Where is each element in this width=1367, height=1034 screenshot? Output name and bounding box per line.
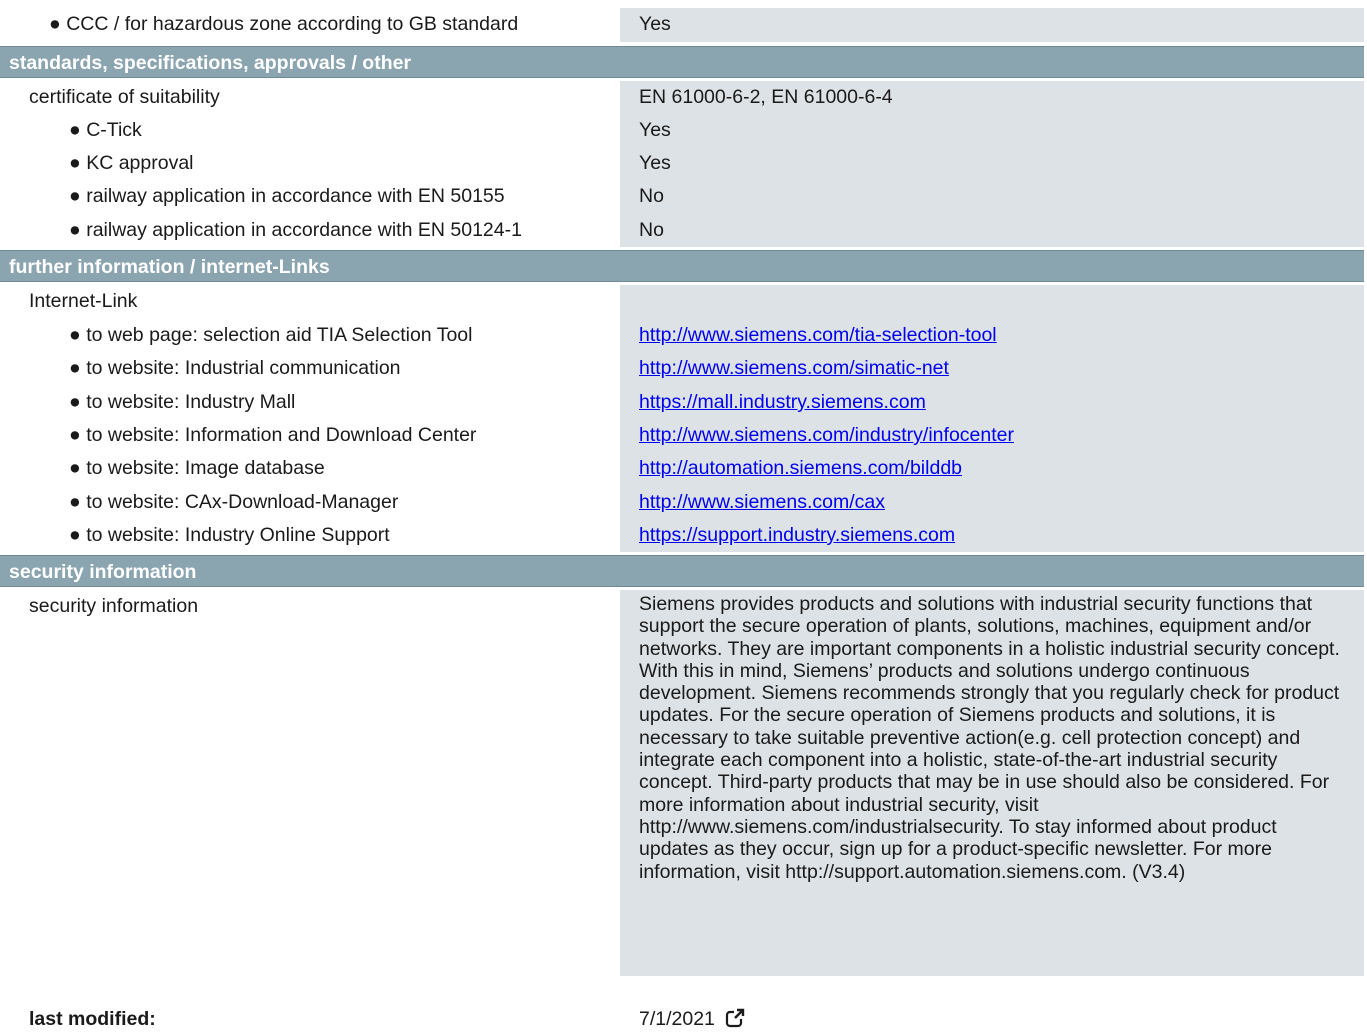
row-label: Internet-Link	[29, 290, 138, 312]
cax-download-link[interactable]: http://www.siemens.com/cax	[639, 491, 885, 513]
row-value: No	[620, 214, 1364, 247]
row-value: http://automation.siemens.com/bilddb	[620, 452, 1364, 486]
row-label: ● railway application in accordance with…	[69, 185, 505, 207]
row-value	[620, 285, 1364, 319]
section-header-further-information: further information / internet-Links	[0, 250, 1364, 282]
row-value: http://www.siemens.com/cax	[620, 486, 1364, 519]
last-modified-label: last modified:	[29, 1008, 156, 1030]
row-label: security information	[29, 595, 199, 617]
row-value: https://support.industry.siemens.com	[620, 519, 1364, 552]
row-label: ● KC approval	[69, 152, 194, 174]
link-row: ● to website: Industrial communication h…	[0, 352, 1364, 386]
link-row: ● to website: Industry Mall https://mall…	[0, 386, 1364, 419]
row-label: ● to web page: selection aid TIA Selecti…	[69, 324, 473, 346]
row-label: ● CCC / for hazardous zone according to …	[49, 13, 519, 35]
link-row: ● to website: Industry Online Support ht…	[0, 519, 1364, 552]
link-row: ● to website: Image database http://auto…	[0, 452, 1364, 486]
approval-row: ● C-Tick Yes	[0, 114, 1364, 147]
internet-link-row: Internet-Link	[0, 285, 1364, 319]
row-label: certificate of suitability	[29, 86, 220, 108]
link-row: ● to website: Information and Download C…	[0, 419, 1364, 452]
ccc-row: ● CCC / for hazardous zone according to …	[0, 8, 1364, 42]
row-value: https://mall.industry.siemens.com	[620, 386, 1364, 419]
row-value: Yes	[620, 8, 1364, 42]
tia-selection-tool-link[interactable]: http://www.siemens.com/tia-selection-too…	[639, 324, 997, 346]
last-modified-value: 7/1/2021	[639, 1008, 745, 1034]
row-value: http://www.siemens.com/industry/infocent…	[620, 419, 1364, 452]
approval-row: ● railway application in accordance with…	[0, 214, 1364, 247]
approval-row: ● railway application in accordance with…	[0, 180, 1364, 214]
link-row: ● to web page: selection aid TIA Selecti…	[0, 319, 1364, 352]
approval-row: ● KC approval Yes	[0, 147, 1364, 180]
row-label: ● to website: Image database	[69, 457, 325, 479]
section-header-security: security information	[0, 555, 1364, 587]
infocenter-link[interactable]: http://www.siemens.com/industry/infocent…	[639, 424, 1014, 446]
row-value: http://www.siemens.com/simatic-net	[620, 352, 1364, 386]
row-value: EN 61000-6-2, EN 61000-6-4	[620, 81, 1364, 114]
online-support-link[interactable]: https://support.industry.siemens.com	[639, 524, 955, 546]
link-row: ● to website: CAx-Download-Manager http:…	[0, 486, 1364, 519]
external-link-icon[interactable]	[725, 1008, 745, 1034]
row-label: ● to website: Industry Online Support	[69, 524, 390, 546]
row-label: ● to website: Information and Download C…	[69, 424, 477, 446]
section-header-standards: standards, specifications, approvals / o…	[0, 46, 1364, 78]
image-database-link[interactable]: http://automation.siemens.com/bilddb	[639, 457, 962, 479]
industry-mall-link[interactable]: https://mall.industry.siemens.com	[639, 391, 926, 413]
row-value: Yes	[620, 114, 1364, 147]
certificate-row: certificate of suitability EN 61000-6-2,…	[0, 81, 1364, 114]
row-value: Yes	[620, 147, 1364, 180]
row-value: http://www.siemens.com/tia-selection-too…	[620, 319, 1364, 352]
row-value: No	[620, 180, 1364, 214]
row-label: ● to website: Industrial communication	[69, 357, 401, 379]
row-label: ● to website: CAx-Download-Manager	[69, 491, 399, 513]
security-text: Siemens provides products and solutions …	[620, 590, 1364, 976]
last-modified-date: 7/1/2021	[639, 1008, 715, 1030]
row-label: ● to website: Industry Mall	[69, 391, 296, 413]
row-label: ● railway application in accordance with…	[69, 219, 522, 241]
simatic-net-link[interactable]: http://www.siemens.com/simatic-net	[639, 357, 949, 379]
row-label: ● C-Tick	[69, 119, 142, 141]
security-row: security information Siemens provides pr…	[0, 590, 1364, 976]
